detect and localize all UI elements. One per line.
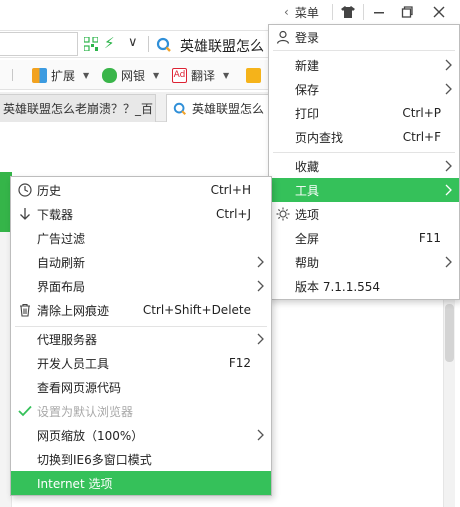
extensions-button[interactable]: 扩展 ▼ [32,66,89,84]
menu-item-adfilter[interactable]: 广告过滤 [11,226,271,250]
menu-item-autorefresh[interactable]: 自动刷新 [11,250,271,274]
menu-item-view-source[interactable]: 查看网页源代码 [11,375,271,399]
extension-item[interactable] [246,66,261,84]
scrollbar-thumb[interactable] [445,304,454,362]
translate-button[interactable]: Ad 翻译 ▼ [172,66,229,84]
translate-icon: Ad [172,67,187,83]
user-icon [275,29,291,45]
minimize-icon [374,12,384,14]
lightning-icon[interactable]: ⚡ [104,34,115,52]
chevron-right-icon [445,256,452,268]
netbank-button[interactable]: 网银 ▼ [102,66,159,84]
menu-item-downloader[interactable]: 下载器 Ctrl+J [11,202,271,226]
maximize-button[interactable] [392,0,422,24]
menu-item-login[interactable]: 登录 [269,25,459,49]
clock-icon [17,182,33,198]
menu-item-help[interactable]: 帮助 [269,250,459,274]
caret-down-icon: ▼ [223,70,230,80]
menu-item-favorites[interactable]: 收藏 [269,154,459,178]
chevron-right-icon [445,184,452,196]
extension-icon [246,67,261,83]
menu-item-internet-options[interactable]: Internet 选项 [11,471,271,495]
close-icon [433,6,445,18]
page-right-panel [272,300,460,507]
menu-item-print[interactable]: 打印 Ctrl+P [269,101,459,125]
menu-item-layout[interactable]: 界面布局 [11,274,271,298]
search-query[interactable]: 英雄联盟怎么 [180,36,264,56]
caret-down-icon: ▼ [153,70,160,80]
checkmark-icon [17,403,33,419]
menu-item-tools[interactable]: 工具 [269,178,459,202]
divider [12,69,13,81]
menu-item-clear-traces[interactable]: 清除上网痕迹 Ctrl+Shift+Delete [11,298,271,322]
chevron-right-icon [257,333,264,345]
menu-item-proxy[interactable]: 代理服务器 [11,327,271,351]
title-bar: ‹ 菜单 [0,0,460,24]
divider [148,36,149,52]
chevron-left-icon: ‹ [284,5,289,19]
extensions-icon [32,67,47,83]
shield-icon [102,67,117,83]
skin-button[interactable] [333,0,363,24]
chevron-right-icon [445,83,452,95]
trash-icon [17,302,33,318]
chevron-right-icon [445,160,452,172]
menu-item-new[interactable]: 新建 [269,53,459,77]
menu-item-devtools[interactable]: 开发人员工具 F12 [11,351,271,375]
main-menu: 登录 新建 保存 打印 Ctrl+P 页内查找 Ctrl+F 收藏 工具 选项 … [268,24,460,300]
menu-item-fullscreen[interactable]: 全屏 F11 [269,226,459,250]
chevron-right-icon [257,256,264,268]
tools-submenu: 历史 Ctrl+H 下载器 Ctrl+J 广告过滤 自动刷新 界面布局 清除上网… [10,176,272,496]
menu-item-options[interactable]: 选项 [269,202,459,226]
menu-item-set-default: 设置为默认浏览器 [11,399,271,423]
menu-item-zoom[interactable]: 网页缩放（100%） [11,423,271,447]
menu-item-history[interactable]: 历史 Ctrl+H [11,178,271,202]
url-input[interactable] [0,32,78,56]
menu-item-find[interactable]: 页内查找 Ctrl+F [269,125,459,149]
chevron-down-icon[interactable]: ∨ [128,35,138,50]
chevron-right-icon [257,280,264,292]
tab-inactive[interactable]: 英雄联盟怎么老崩溃？？_百 [0,94,156,122]
tab-active[interactable]: 英雄联盟怎么 [166,94,276,122]
main-menu-button[interactable]: ‹ 菜单 [280,0,330,24]
search-icon[interactable] [156,37,172,53]
divider [273,50,455,51]
menu-item-save[interactable]: 保存 [269,77,459,101]
menu-label: 菜单 [294,5,319,20]
menu-item-ie6-mode[interactable]: 切换到IE6多窗口模式 [11,447,271,471]
chevron-right-icon [257,429,264,441]
restore-icon [401,6,413,18]
menu-item-version[interactable]: 版本 7.1.1.554 [269,274,459,298]
vertical-scrollbar[interactable] [443,300,455,507]
qr-code-icon[interactable] [84,37,98,51]
divider [273,152,455,153]
search-icon [173,102,186,115]
minimize-button[interactable] [364,0,394,24]
chevron-right-icon [445,59,452,71]
download-icon [17,206,33,222]
close-button[interactable] [424,0,454,24]
caret-down-icon: ▼ [83,70,90,80]
gear-icon [275,206,291,222]
shirt-icon [341,6,355,18]
